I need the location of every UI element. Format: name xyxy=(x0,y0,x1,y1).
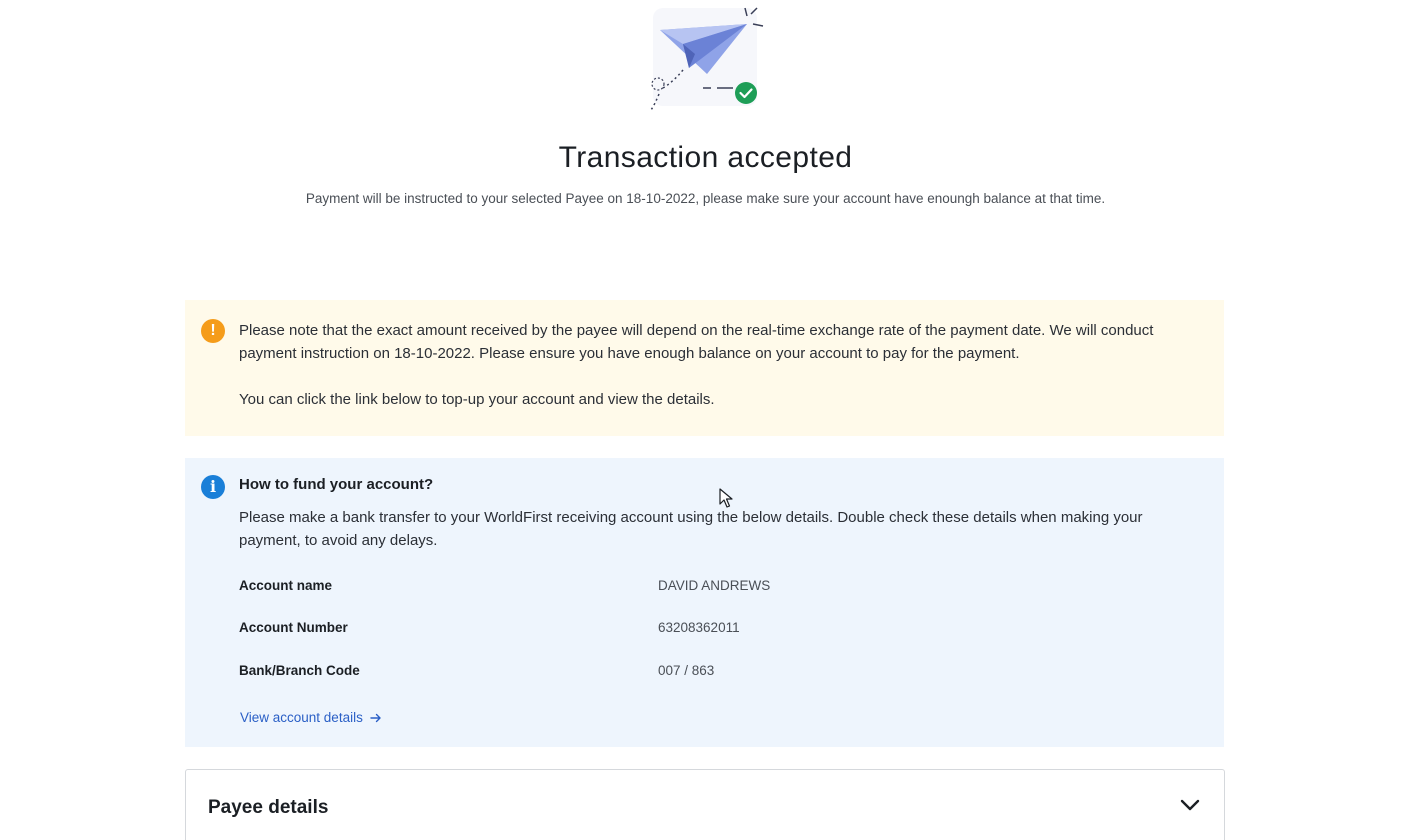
view-account-details-label: View account details xyxy=(240,710,363,725)
paper-plane-success-icon xyxy=(650,7,764,111)
account-number-value: 63208362011 xyxy=(658,620,740,635)
mouse-pointer-icon xyxy=(719,488,733,508)
bank-branch-code-label: Bank/Branch Code xyxy=(239,663,360,678)
warning-paragraph-exchange-rate: Please note that the exact amount receiv… xyxy=(239,322,1154,362)
warning-notice: ! Please note that the exact amount rece… xyxy=(185,300,1224,436)
fund-account-heading: How to fund your account? xyxy=(239,476,434,493)
account-name-value: DAVID ANDREWS xyxy=(658,578,771,593)
detail-row-bank-branch-code: Bank/Branch Code 007 / 863 xyxy=(239,663,1139,685)
bank-branch-code-value: 007 / 863 xyxy=(658,663,715,678)
page-subtitle: Payment will be instructed to your selec… xyxy=(305,191,1106,206)
warning-paragraph-top-up: You can click the link below to top-up y… xyxy=(239,391,715,408)
arrow-right-icon xyxy=(370,713,381,722)
detail-row-account-name: Account name DAVID ANDREWS xyxy=(239,578,1139,600)
chevron-down-icon[interactable] xyxy=(1179,797,1201,813)
account-name-label: Account name xyxy=(239,578,333,593)
info-icon: i xyxy=(201,475,225,499)
transaction-result-page: Transaction accepted Payment will be ins… xyxy=(0,0,1411,840)
payee-details-title: Payee details xyxy=(208,797,329,818)
fund-account-instructions: Please make a bank transfer to your Worl… xyxy=(239,509,1143,549)
detail-row-account-number: Account Number 63208362011 xyxy=(239,620,1139,642)
view-account-details-link[interactable]: View account details xyxy=(240,710,382,725)
exclamation-icon: ! xyxy=(201,319,225,343)
payee-details-accordion[interactable]: Payee details xyxy=(185,769,1225,840)
fund-account-notice: i How to fund your account? Please make … xyxy=(185,458,1224,747)
page-title: Transaction accepted xyxy=(558,141,853,174)
account-number-label: Account Number xyxy=(239,620,348,635)
